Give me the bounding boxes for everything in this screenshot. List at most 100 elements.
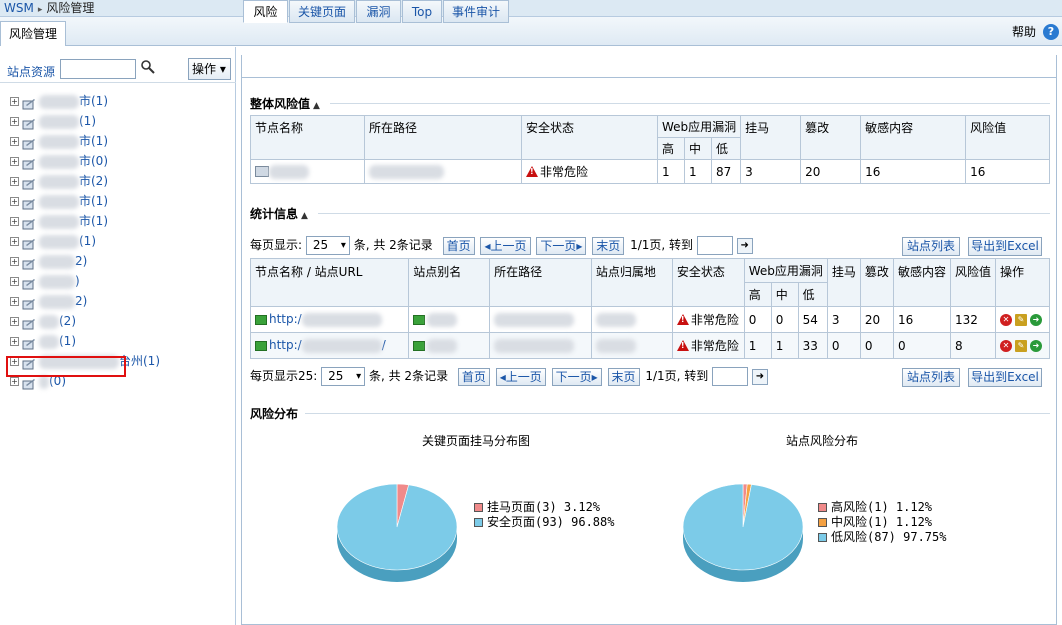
node-icon [22,156,36,169]
danger-icon [676,340,689,351]
expand-icon[interactable]: + [10,217,19,226]
site-url-link[interactable]: http:/ [269,312,302,326]
site-list-button[interactable]: 站点列表 [902,237,960,256]
goto-page-input[interactable] [712,367,749,386]
tree-node[interactable]: + (1) [0,111,236,131]
tree-node[interactable]: + 市(1) [0,211,236,231]
overall-risk-title[interactable]: 整体风险值 ▲ [250,95,320,112]
site-tree: + 市(1) + (1) + 市(1) + 市(0) + 市(2) + 市(1) + 市(1) + (1) +2… [0,91,236,391]
node-name-cell [250,159,365,184]
help-icon[interactable]: ? [1043,24,1059,40]
expand-icon[interactable]: + [10,197,19,206]
goto-arrow-icon[interactable]: ➜ [751,368,768,385]
low-cell: 54 [797,306,828,333]
next-page-button[interactable]: 下一页▸ [536,236,587,255]
last-page-button[interactable]: 末页 [592,236,625,255]
expand-icon[interactable]: + [10,117,19,126]
breadcrumb-root-link[interactable]: WSM [4,1,34,15]
expand-icon[interactable]: + [10,277,19,286]
col-status: 安全状态 [521,115,658,160]
next-page-button[interactable]: 下一页▸ [551,367,602,386]
search-icon[interactable] [140,59,156,75]
col-low: 低 [710,137,742,160]
tab-key-pages[interactable]: 关键页面 [289,0,355,23]
tree-node[interactable]: + 市(1) [0,91,236,111]
breadcrumb: WSM ▸ 风险管理 [0,0,1062,17]
legend-label: 安全页面(93) 96.88% [487,515,615,529]
redacted-text [39,314,59,329]
export-excel-button[interactable]: 导出到Excel [968,368,1042,387]
operations-cell: ✕ ✎ ➜ [995,332,1050,359]
goto-page-input[interactable] [696,236,733,255]
node-icon [22,136,36,149]
prev-page-button[interactable]: ◂上一页 [480,236,531,255]
col-sensitive: 敏感内容 [860,115,967,160]
tree-node[interactable]: + 市(2) [0,171,236,191]
table-row: http:/ 非常危险 0 0 54 3 20 16 132 ✕✎➜ [249,306,1050,333]
node-icon [22,256,36,269]
goto-arrow-icon[interactable]: ➜ [736,237,753,254]
expand-icon[interactable]: + [10,337,19,346]
low-cell: 33 [797,332,828,359]
tree-node[interactable]: +) [0,271,236,291]
tab-event-audit[interactable]: 事件审计 [443,0,509,23]
expand-icon[interactable]: + [10,237,19,246]
go-icon[interactable]: ➜ [1030,314,1042,326]
first-page-button[interactable]: 首页 [457,367,490,386]
legend-label: 挂马页面(3) 3.12% [487,500,601,514]
tab-risk[interactable]: 风险 [243,0,288,23]
page-size-select[interactable]: 25 [305,236,350,255]
expand-icon[interactable]: + [10,177,19,186]
export-excel-button[interactable]: 导出到Excel [968,237,1042,256]
edit-icon[interactable]: ✎ [1015,314,1027,326]
page-size-select[interactable]: 25 [321,367,366,386]
tree-node[interactable]: +2) [0,291,236,311]
expand-icon[interactable]: + [10,317,19,326]
expand-icon[interactable]: + [10,137,19,146]
tree-node[interactable]: + (1) [0,231,236,251]
expand-icon[interactable]: + [10,257,19,266]
mid-cell: 0 [770,306,799,333]
tree-node[interactable]: + 市(0) [0,151,236,171]
operate-dropdown-button[interactable]: 操作 ▾ [188,58,231,80]
tree-node[interactable]: +2) [0,251,236,271]
col-alias: 站点别名 [408,258,491,307]
help-link[interactable]: 帮助 [1012,23,1036,40]
tab-risk-management[interactable]: 风险管理 [0,21,67,46]
node-icon [22,96,36,109]
delete-icon[interactable]: ✕ [1000,314,1012,326]
go-icon[interactable]: ➜ [1030,340,1042,352]
legend-item: 高风险(1) 1.12% [818,500,946,515]
prev-label: 上一页 [490,238,527,253]
mid-cell: 1 [683,159,712,184]
high-cell: 1 [743,332,772,359]
site-list-button[interactable]: 站点列表 [902,368,960,387]
expand-icon[interactable]: + [10,97,19,106]
site-url-link[interactable]: http:/ [269,338,302,352]
trojan-cell: 0 [826,332,861,359]
tree-node[interactable]: + (2) [0,311,236,331]
site-search-input[interactable] [60,59,136,79]
site-url-tail[interactable]: / [382,338,386,352]
last-page-button[interactable]: 末页 [607,367,640,386]
prev-page-button[interactable]: ◂上一页 [495,367,546,386]
expand-icon[interactable]: + [10,157,19,166]
tree-node[interactable]: + 市(1) [0,191,236,211]
path-cell [489,332,592,359]
expand-icon[interactable]: + [10,377,19,386]
tab-top[interactable]: Top [402,0,442,23]
first-page-button[interactable]: 首页 [442,236,475,255]
expand-icon[interactable]: + [10,297,19,306]
tamper-cell: 0 [859,332,894,359]
tree-node-label: 市(1) [79,134,108,148]
legend-swatch [818,503,827,512]
tab-vulnerabilities[interactable]: 漏洞 [356,0,401,23]
tree-node[interactable]: + (1) [0,331,236,351]
delete-icon[interactable]: ✕ [1000,340,1012,352]
stats-title[interactable]: 统计信息 ▲ [250,205,308,222]
redacted-text [39,194,79,209]
edit-icon[interactable]: ✎ [1015,340,1027,352]
redacted-text [595,312,636,327]
tree-node[interactable]: + 市(1) [0,131,236,151]
site-icon [413,314,426,325]
